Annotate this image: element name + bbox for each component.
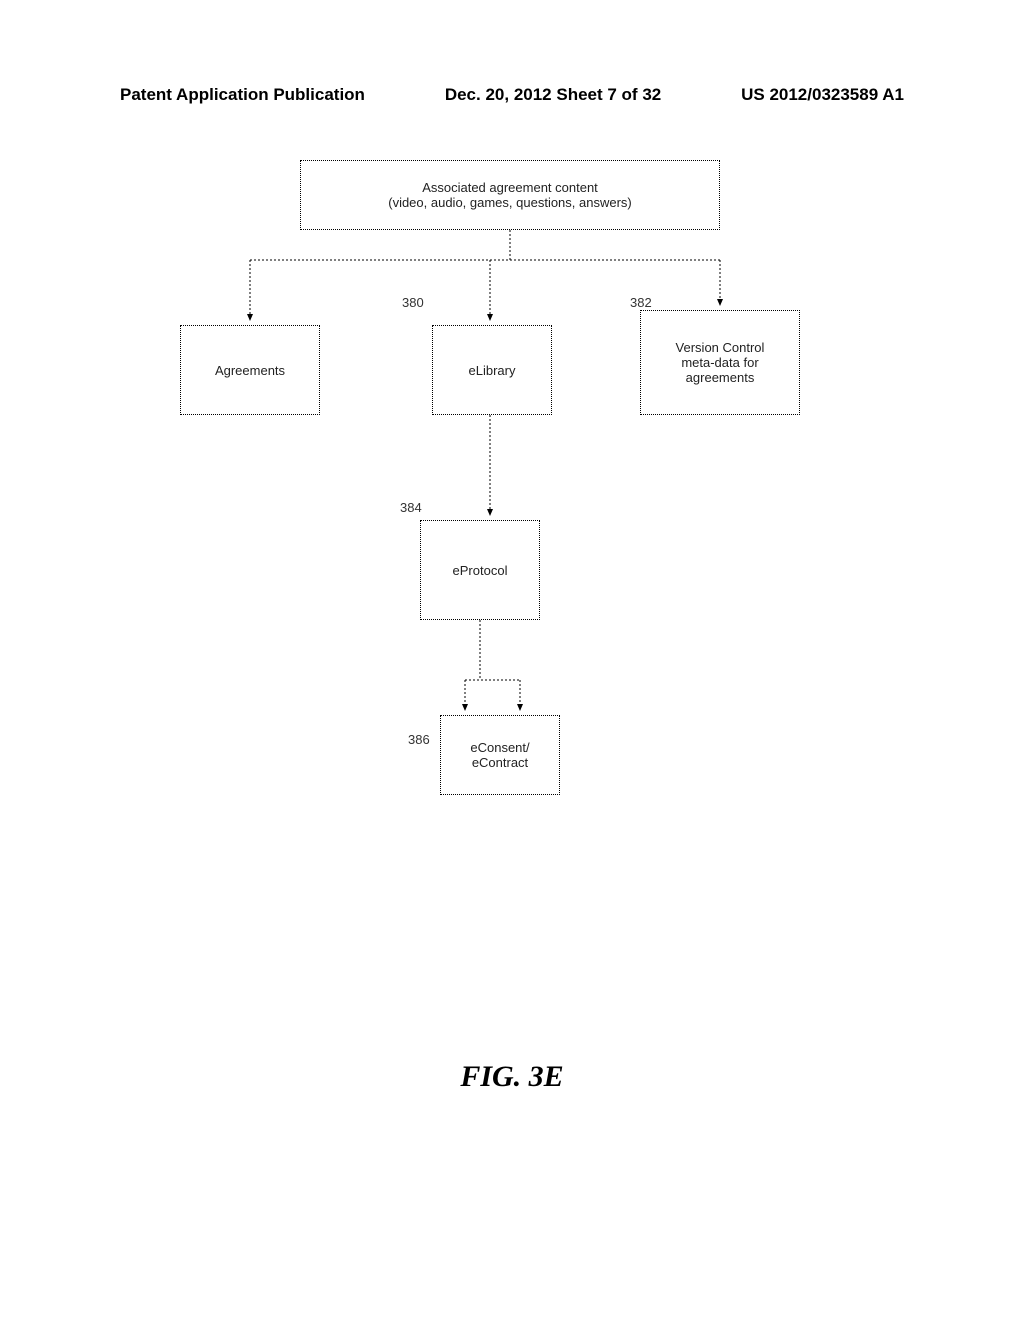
ref-label-384: 384 (400, 500, 422, 515)
box-top-line2: (video, audio, games, questions, answers… (388, 195, 632, 210)
box-agreements-label: Agreements (215, 363, 285, 378)
box-eprotocol: eProtocol (420, 520, 540, 620)
box-agreements: Agreements (180, 325, 320, 415)
box-elibrary: eLibrary (432, 325, 552, 415)
box-elibrary-label: eLibrary (469, 363, 516, 378)
box-version-line3: agreements (686, 370, 755, 385)
ref-label-386: 386 (408, 732, 430, 747)
box-econsent-line2: eContract (472, 755, 528, 770)
box-eprotocol-label: eProtocol (453, 563, 508, 578)
box-version-line1: Version Control (676, 340, 765, 355)
figure-caption: FIG. 3E (0, 1060, 1024, 1094)
ref-label-380: 380 (402, 295, 424, 310)
box-version-line2: meta-data for (681, 355, 758, 370)
header-left: Patent Application Publication (120, 85, 365, 105)
header-right: US 2012/0323589 A1 (741, 85, 904, 105)
patent-header: Patent Application Publication Dec. 20, … (0, 85, 1024, 105)
box-version-control: Version Control meta-data for agreements (640, 310, 800, 415)
box-associated-content: Associated agreement content (video, aud… (300, 160, 720, 230)
box-econsent: eConsent/ eContract (440, 715, 560, 795)
box-econsent-line1: eConsent/ (470, 740, 529, 755)
header-center: Dec. 20, 2012 Sheet 7 of 32 (445, 85, 661, 105)
flowchart-diagram: Associated agreement content (video, aud… (0, 140, 1024, 840)
ref-label-382: 382 (630, 295, 652, 310)
box-top-line1: Associated agreement content (422, 180, 598, 195)
